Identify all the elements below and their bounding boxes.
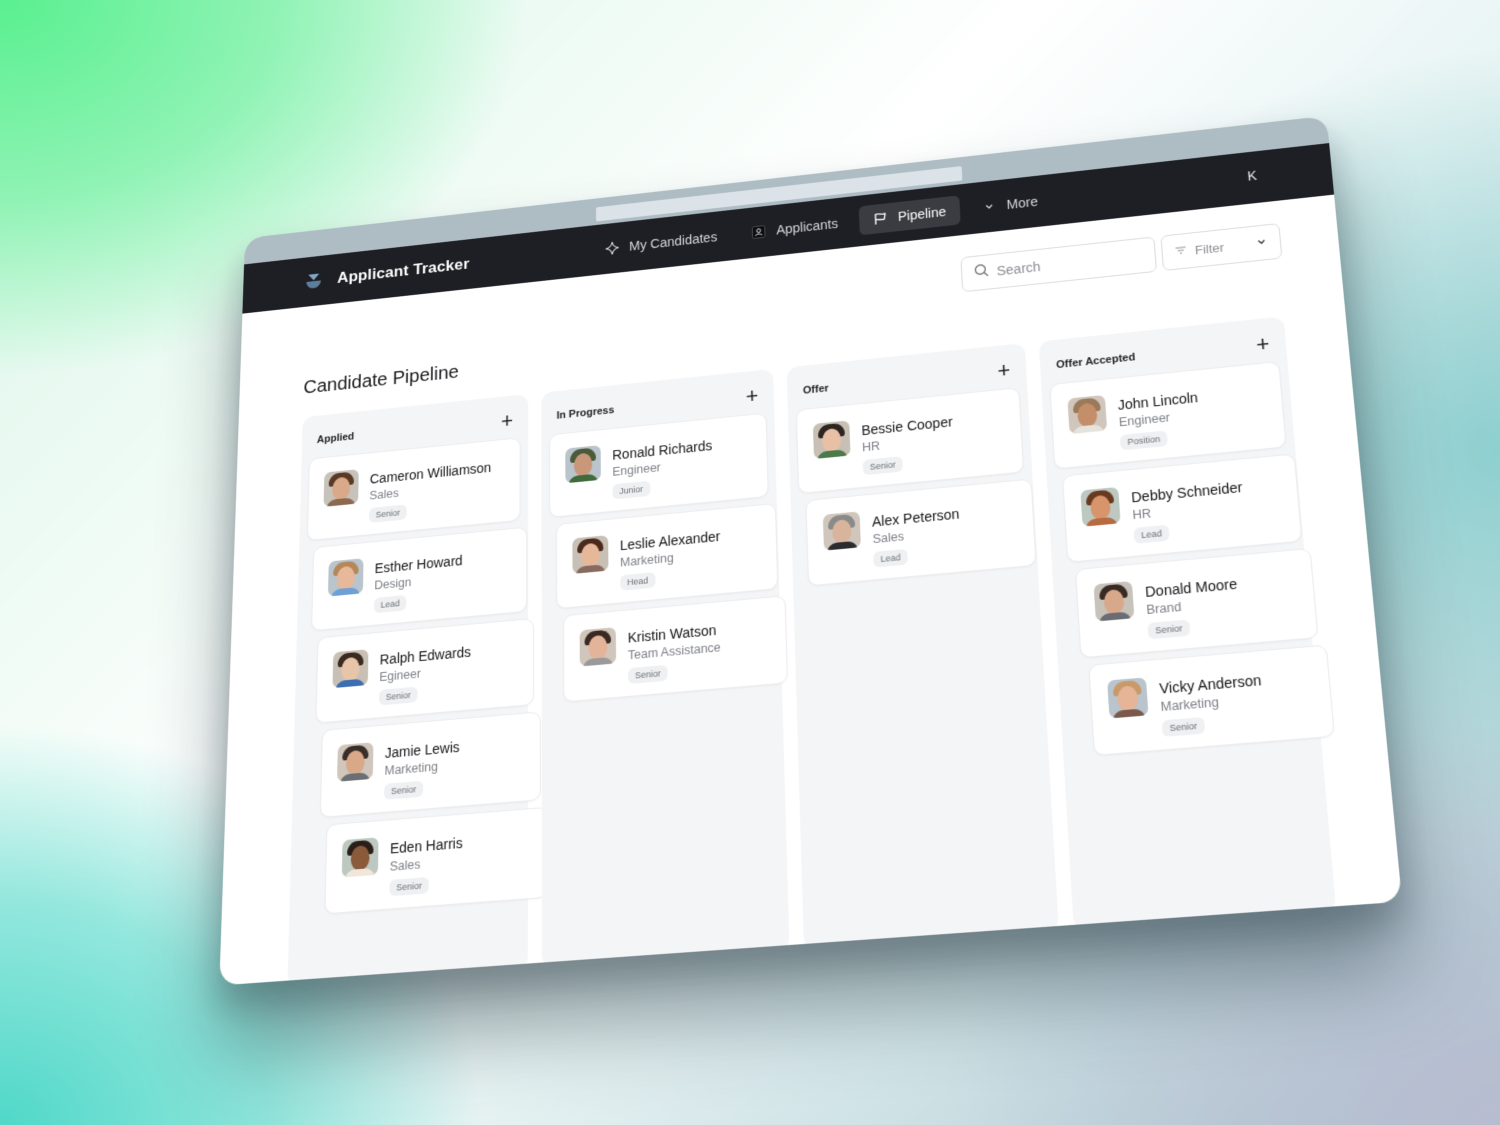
candidate-card[interactable]: Kristin Watson Team Assistance Senior bbox=[562, 595, 788, 703]
person-badge-icon bbox=[751, 224, 767, 240]
candidate-info: Jamie Lewis Marketing Senior bbox=[384, 735, 460, 800]
nav-label: Pipeline bbox=[897, 204, 947, 224]
pipeline-column: Offer + Bessie Cooper HR Senior Alex Pet… bbox=[786, 342, 1059, 950]
stage: Applicant Tracker My Candidates Applican… bbox=[0, 0, 1500, 1125]
search-input[interactable] bbox=[996, 248, 1137, 279]
chevron-down-icon bbox=[1255, 235, 1268, 250]
candidate-avatar bbox=[1107, 677, 1149, 719]
seniority-tag: Position bbox=[1119, 430, 1168, 451]
chevron-down-icon bbox=[981, 198, 997, 214]
seniority-tag: Head bbox=[620, 572, 656, 591]
candidate-card[interactable]: Vicky Anderson Marketing Senior bbox=[1088, 644, 1335, 757]
candidate-info: Cameron Williamson Sales Senior bbox=[368, 456, 491, 523]
candidate-info: Vicky Anderson Marketing Senior bbox=[1158, 668, 1265, 737]
candidate-avatar bbox=[337, 742, 374, 782]
seniority-tag: Senior bbox=[1147, 619, 1191, 640]
candidate-avatar bbox=[1093, 581, 1135, 622]
candidate-info: Bessie Cooper HR Senior bbox=[861, 410, 955, 476]
main-content: Filter Candidate Pipeline Applied + Came… bbox=[219, 195, 1402, 986]
candidate-avatar bbox=[579, 627, 617, 667]
seniority-tag: Senior bbox=[384, 780, 424, 800]
candidate-info: Kristin Watson Team Assistance Senior bbox=[628, 618, 722, 685]
candidate-avatar bbox=[822, 511, 861, 551]
candidate-role: Sales bbox=[389, 857, 421, 874]
sparkle-icon bbox=[605, 240, 620, 256]
logo-icon bbox=[306, 273, 321, 290]
candidate-card[interactable]: Ralph Edwards Egineer Senior bbox=[315, 617, 534, 724]
candidate-info: Esther Howard Design Lead bbox=[373, 549, 463, 614]
seniority-tag: Junior bbox=[612, 480, 650, 500]
add-candidate-button[interactable]: + bbox=[501, 408, 513, 432]
nav-item-applicants[interactable]: Applicants bbox=[738, 207, 852, 248]
add-candidate-button[interactable]: + bbox=[745, 383, 758, 408]
seniority-tag: Senior bbox=[628, 664, 668, 685]
filter-dropdown[interactable]: Filter bbox=[1160, 222, 1283, 272]
column-title: Offer bbox=[802, 382, 829, 397]
candidate-avatar bbox=[565, 445, 601, 484]
column-cards: Cameron Williamson Sales Senior Esther H… bbox=[297, 437, 548, 916]
add-candidate-button[interactable]: + bbox=[997, 358, 1011, 383]
candidate-card[interactable]: Donald Moore Brand Senior bbox=[1074, 547, 1319, 659]
column-cards: Ronald Richards Engineer Junior Leslie A… bbox=[549, 412, 788, 704]
column-title: Offer Accepted bbox=[1055, 351, 1136, 372]
seniority-tag: Senior bbox=[389, 876, 429, 897]
candidate-card[interactable]: Eden Harris Sales Senior bbox=[324, 806, 548, 915]
candidate-name: Eden Harris bbox=[389, 834, 463, 857]
column-cards: John Lincoln Engineer Position Debby Sch… bbox=[1049, 361, 1335, 758]
seniority-tag: Senior bbox=[862, 456, 903, 476]
candidate-avatar bbox=[812, 420, 851, 460]
add-candidate-button[interactable]: + bbox=[1255, 331, 1270, 356]
filter-label: Filter bbox=[1194, 239, 1225, 257]
search-icon bbox=[974, 263, 990, 283]
brand[interactable]: Applicant Tracker bbox=[306, 255, 469, 291]
candidate-info: Debby Schneider HR Lead bbox=[1130, 475, 1246, 544]
nav-label: Applicants bbox=[775, 216, 839, 238]
candidate-info: Eden Harris Sales Senior bbox=[389, 831, 463, 897]
candidate-info: John Lincoln Engineer Position bbox=[1117, 386, 1201, 451]
seniority-tag: Lead bbox=[873, 548, 909, 568]
seniority-tag: Senior bbox=[1161, 716, 1206, 737]
candidate-avatar bbox=[332, 649, 369, 689]
candidate-card[interactable]: Jamie Lewis Marketing Senior bbox=[319, 711, 541, 818]
candidate-info: Leslie Alexander Marketing Head bbox=[620, 525, 721, 591]
candidate-avatar bbox=[323, 469, 359, 507]
app-window: Applicant Tracker My Candidates Applican… bbox=[219, 115, 1403, 986]
nav-label: More bbox=[1006, 193, 1039, 212]
flag-icon bbox=[872, 210, 888, 226]
candidate-avatar bbox=[1067, 394, 1108, 435]
column-title: Applied bbox=[316, 431, 355, 446]
candidate-avatar bbox=[327, 558, 364, 597]
pipeline-board: Applied + Cameron Williamson Sales Senio… bbox=[287, 316, 1337, 986]
candidate-avatar bbox=[572, 535, 609, 574]
candidate-card[interactable]: Alex Peterson Sales Lead bbox=[805, 478, 1037, 587]
candidate-card[interactable]: Leslie Alexander Marketing Head bbox=[555, 502, 779, 610]
seniority-tag: Senior bbox=[378, 686, 418, 706]
candidate-info: Alex Peterson Sales Lead bbox=[872, 502, 962, 568]
seniority-tag: Lead bbox=[1133, 524, 1170, 544]
candidate-role: Marketing bbox=[384, 759, 438, 778]
candidate-card[interactable]: Debby Schneider HR Lead bbox=[1061, 453, 1303, 563]
candidate-avatar bbox=[341, 837, 379, 878]
column-title: In Progress bbox=[556, 404, 615, 422]
column-cards: Bessie Cooper HR Senior Alex Peterson Sa… bbox=[795, 387, 1037, 587]
seniority-tag: Lead bbox=[373, 594, 407, 614]
nav-item-my-candidates[interactable]: My Candidates bbox=[592, 221, 731, 265]
filter-icon bbox=[1174, 244, 1187, 259]
nav-label: My Candidates bbox=[629, 229, 718, 254]
search-box[interactable] bbox=[960, 236, 1158, 293]
candidate-info: Donald Moore Brand Senior bbox=[1144, 572, 1241, 640]
user-avatar[interactable]: K bbox=[1247, 168, 1258, 184]
candidate-info: Ronald Richards Engineer Junior bbox=[612, 434, 713, 500]
candidate-info: Ralph Edwards Egineer Senior bbox=[378, 640, 471, 706]
seniority-tag: Senior bbox=[368, 504, 407, 523]
app-title: Applicant Tracker bbox=[337, 255, 470, 287]
pipeline-column: In Progress + Ronald Richards Engineer J… bbox=[541, 368, 790, 968]
nav-item-pipeline[interactable]: Pipeline bbox=[858, 195, 961, 236]
candidate-card[interactable]: Esther Howard Design Lead bbox=[311, 526, 528, 632]
nav-item-more[interactable]: More bbox=[967, 185, 1053, 223]
pipeline-column: Applied + Cameron Williamson Sales Senio… bbox=[287, 394, 548, 986]
pipeline-column: Offer Accepted + John Lincoln Engineer P… bbox=[1038, 316, 1337, 931]
candidate-avatar bbox=[1080, 486, 1121, 527]
